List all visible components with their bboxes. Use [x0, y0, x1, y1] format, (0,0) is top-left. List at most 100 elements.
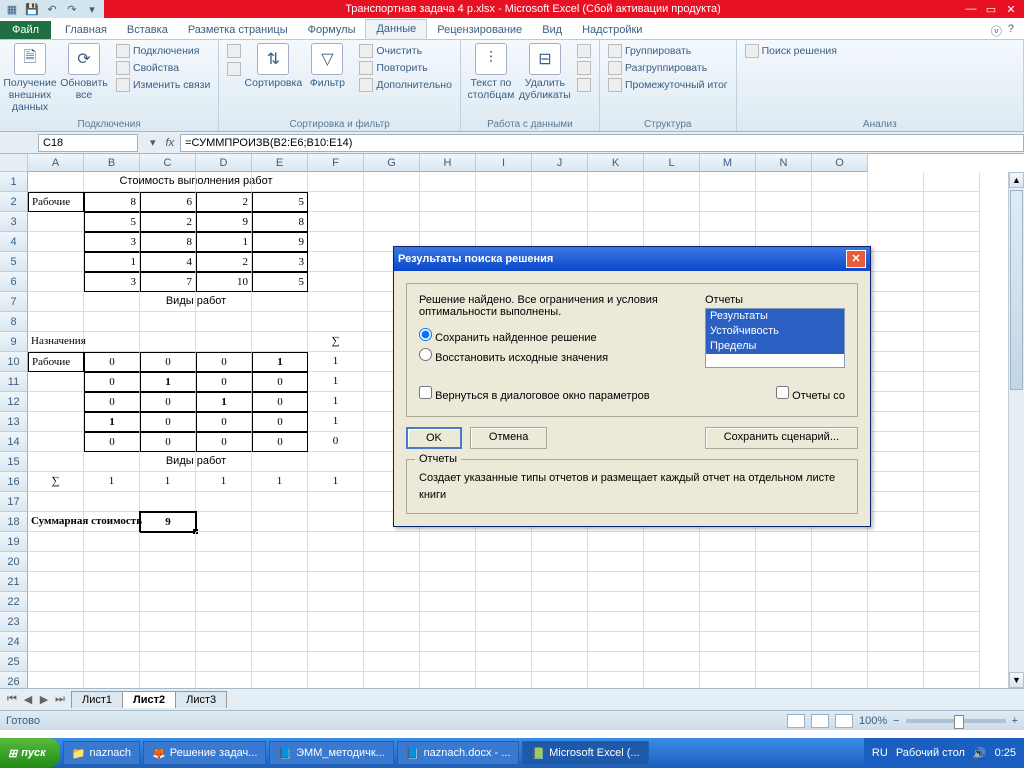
restore-values-radio[interactable]: Восстановить исходные значения	[419, 348, 689, 364]
data-validation-button[interactable]	[575, 43, 593, 59]
cell[interactable]: 6	[140, 192, 196, 212]
name-box[interactable]: C18	[38, 134, 138, 152]
cell[interactable]	[364, 612, 420, 632]
cell[interactable]	[644, 552, 700, 572]
cell[interactable]	[420, 172, 476, 192]
row-header[interactable]: 3	[0, 212, 28, 232]
tab-review[interactable]: Рецензирование	[427, 21, 532, 39]
cell[interactable]	[420, 572, 476, 592]
cell[interactable]: 0	[308, 432, 364, 452]
cell[interactable]	[868, 352, 924, 372]
cell[interactable]	[252, 572, 308, 592]
cell[interactable]	[196, 492, 252, 512]
cell[interactable]: 0	[140, 412, 196, 432]
cell[interactable]	[84, 552, 140, 572]
cell[interactable]	[644, 612, 700, 632]
save-icon[interactable]: 💾	[22, 1, 42, 17]
cell[interactable]	[868, 312, 924, 332]
text-to-columns-button[interactable]: ⫶ Текст по столбцам	[467, 43, 515, 101]
report-option[interactable]: Пределы	[706, 339, 844, 354]
cell[interactable]: 0	[196, 352, 252, 372]
cell[interactable]	[868, 232, 924, 252]
tab-insert[interactable]: Вставка	[117, 21, 178, 39]
row-header[interactable]: 13	[0, 412, 28, 432]
cell[interactable]	[140, 452, 196, 472]
cell[interactable]	[812, 212, 868, 232]
cell[interactable]	[476, 632, 532, 652]
get-external-data-button[interactable]: 🗎 Получение внешних данных	[6, 43, 54, 113]
cell[interactable]	[868, 472, 924, 492]
cell[interactable]	[868, 192, 924, 212]
cell[interactable]: 1	[252, 472, 308, 492]
cell[interactable]	[28, 392, 84, 412]
cell[interactable]	[308, 652, 364, 672]
cell[interactable]	[476, 572, 532, 592]
cell[interactable]	[84, 332, 140, 352]
cell[interactable]	[476, 592, 532, 612]
row-header[interactable]: 11	[0, 372, 28, 392]
cell[interactable]: 2	[196, 192, 252, 212]
cell[interactable]: Рабочие	[28, 352, 84, 372]
cell[interactable]: 9	[196, 212, 252, 232]
ok-button[interactable]: OK	[406, 427, 462, 449]
prev-tab-icon[interactable]: ◀	[20, 693, 36, 706]
cell[interactable]	[140, 652, 196, 672]
cell[interactable]	[308, 612, 364, 632]
cell[interactable]	[476, 612, 532, 632]
cell[interactable]: 1	[84, 412, 140, 432]
cell[interactable]	[308, 312, 364, 332]
row-header[interactable]: 5	[0, 252, 28, 272]
cell[interactable]: 10	[196, 272, 252, 292]
refresh-all-button[interactable]: ⟳ Обновить все	[60, 43, 108, 101]
cell[interactable]	[532, 212, 588, 232]
cell[interactable]	[28, 632, 84, 652]
cell[interactable]	[924, 332, 980, 352]
cell[interactable]: 4	[140, 252, 196, 272]
cell[interactable]: 0	[196, 412, 252, 432]
cell[interactable]	[924, 192, 980, 212]
row-header[interactable]: 18	[0, 512, 28, 532]
col-header[interactable]: J	[532, 154, 588, 172]
tab-page-layout[interactable]: Разметка страницы	[178, 21, 298, 39]
row-header[interactable]: 15	[0, 452, 28, 472]
cell[interactable]	[924, 512, 980, 532]
cell[interactable]	[28, 412, 84, 432]
edit-links-button[interactable]: Изменить связи	[114, 77, 212, 93]
cell[interactable]	[420, 192, 476, 212]
cell[interactable]	[196, 512, 252, 532]
col-header[interactable]: C	[140, 154, 196, 172]
cell[interactable]: 0	[84, 392, 140, 412]
cell[interactable]	[308, 172, 364, 192]
cell[interactable]: 0	[196, 372, 252, 392]
row-header[interactable]: 19	[0, 532, 28, 552]
cell[interactable]	[812, 172, 868, 192]
cell[interactable]	[644, 192, 700, 212]
cell[interactable]: 0	[252, 372, 308, 392]
cell[interactable]	[868, 372, 924, 392]
row-header[interactable]: 12	[0, 392, 28, 412]
cell[interactable]	[420, 532, 476, 552]
cell[interactable]	[756, 532, 812, 552]
cell[interactable]	[308, 632, 364, 652]
cell[interactable]	[756, 652, 812, 672]
cell[interactable]	[868, 392, 924, 412]
cell[interactable]: Стоимость выполнения работ	[84, 172, 140, 192]
cell[interactable]: 0	[84, 352, 140, 372]
row-header[interactable]: 22	[0, 592, 28, 612]
fx-icon[interactable]: fx	[160, 137, 181, 149]
start-button[interactable]: ⊞ пуск	[0, 738, 60, 768]
cell[interactable]	[868, 572, 924, 592]
normal-view-button[interactable]	[787, 714, 805, 728]
group-button[interactable]: Группировать	[606, 43, 730, 59]
scroll-up-icon[interactable]: ▲	[1009, 172, 1024, 188]
cell[interactable]	[812, 592, 868, 612]
help-icon[interactable]: ?	[1008, 23, 1014, 39]
cell[interactable]	[140, 552, 196, 572]
cell[interactable]	[868, 292, 924, 312]
cell[interactable]	[364, 172, 420, 192]
cell[interactable]	[588, 192, 644, 212]
cell[interactable]	[924, 172, 980, 192]
cell[interactable]	[588, 612, 644, 632]
maximize-icon[interactable]: ▭	[982, 3, 1000, 16]
keep-solution-radio[interactable]: Сохранить найденное решение	[419, 328, 689, 344]
